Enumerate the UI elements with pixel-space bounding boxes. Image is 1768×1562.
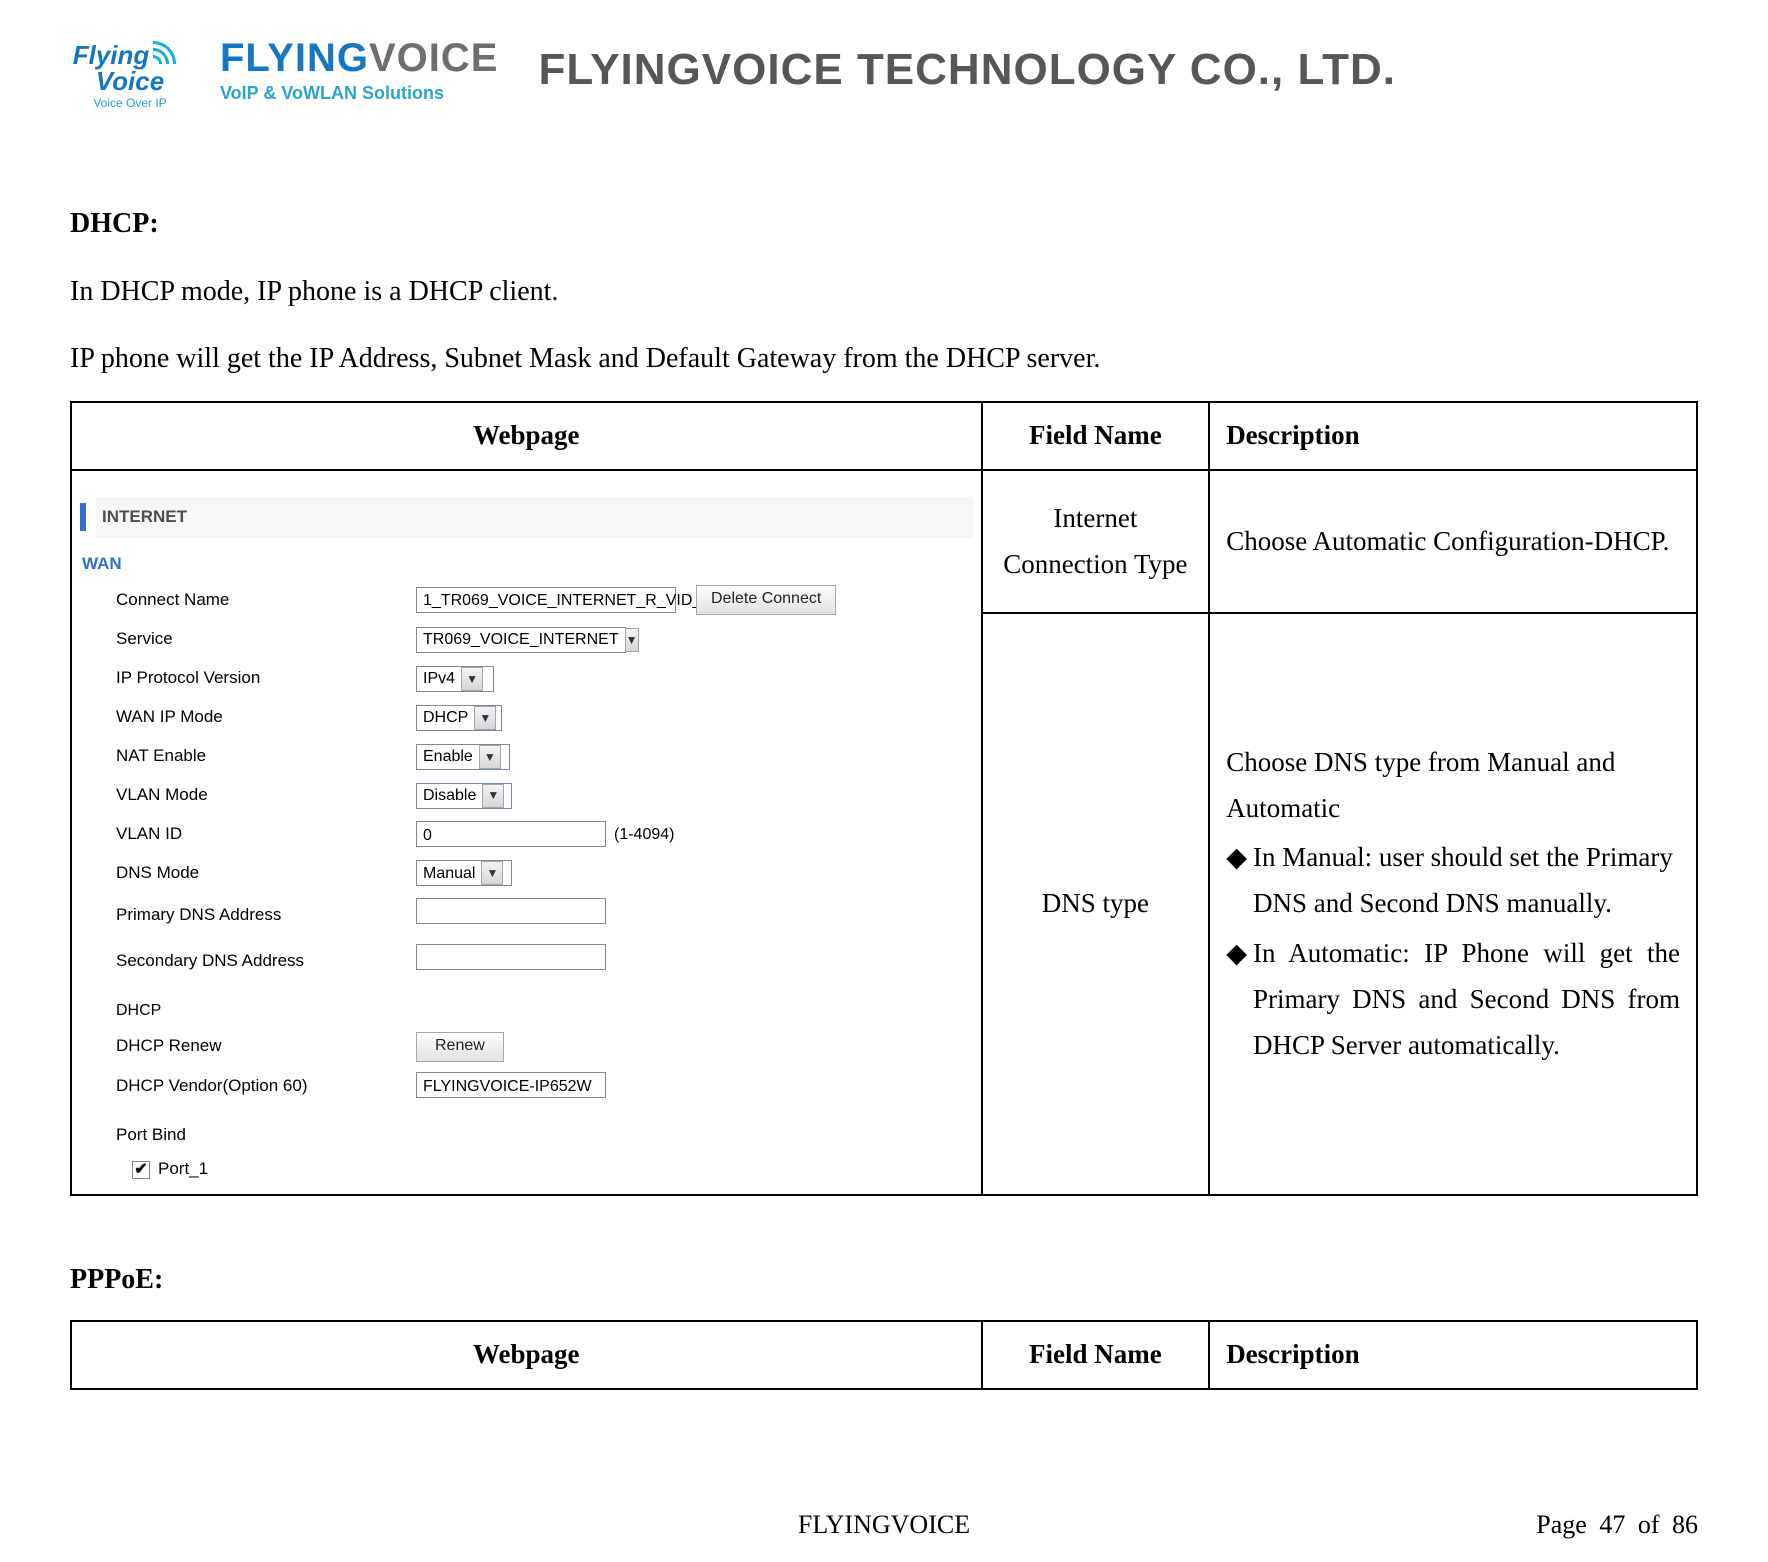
hint-vlan-range: (1-4094) [614,821,674,848]
field-dns-type: DNS type [982,613,1210,1195]
company-title: FLYINGVOICE TECHNOLOGY CO., LTD. [538,45,1395,95]
col-field: Field Name [982,402,1210,470]
wifi-icon [153,30,187,64]
select-ip-protocol[interactable]: IPv4 ▼ [416,666,494,692]
input-vlan-id[interactable]: 0 [416,821,606,847]
logo-mark: Flying Voice Voice Over IP [70,25,190,115]
dhcp-heading: DHCP: [70,200,1698,248]
panel-section-internet: INTERNET [96,497,973,538]
col-field-2: Field Name [982,1321,1210,1389]
dhcp-table: Webpage Field Name Description INTERNET … [70,401,1698,1197]
label-wan-ip-mode: WAN IP Mode [116,703,406,732]
footer-page-number: Page 47 of 86 [1536,1510,1698,1540]
diamond-icon: ◆ [1226,835,1247,927]
chevron-down-icon: ▼ [625,628,639,652]
dhcp-para-2: IP phone will get the IP Address, Subnet… [70,335,1698,383]
col-webpage: Webpage [71,402,982,470]
chevron-down-icon: ▼ [474,706,496,730]
col-desc: Description [1209,402,1697,470]
select-dns-mode[interactable]: Manual ▼ [416,860,512,886]
select-vlan-mode[interactable]: Disable ▼ [416,783,512,809]
label-service: Service [116,625,406,654]
pppoe-table: Webpage Field Name Description [70,1320,1698,1390]
delete-connect-button[interactable]: Delete Connect [696,585,836,615]
col-webpage-2: Webpage [71,1321,982,1389]
wordmark-flying: FLYING [220,36,369,80]
label-connect-name: Connect Name [116,586,406,615]
chevron-down-icon: ▼ [482,784,504,808]
accent-bar-icon [80,503,86,531]
footer-center: FLYINGVOICE [798,1510,970,1540]
page-header: Flying Voice Voice Over IP FLYINGVOICE V… [70,0,1698,130]
label-ip-protocol: IP Protocol Version [116,664,406,693]
chevron-down-icon: ▼ [481,861,503,885]
input-secondary-dns[interactable] [416,944,606,970]
select-value: TR069_VOICE_INTERNET [423,626,619,653]
label-vlan-id: VLAN ID [116,820,406,849]
chevron-down-icon: ▼ [479,745,501,769]
field-internet-conn-type: Internet Connection Type [982,470,1210,614]
dhcp-para-1: In DHCP mode, IP phone is a DHCP client. [70,268,1698,316]
desc-internet-conn-type: Choose Automatic Configuration-DHCP. [1209,470,1697,614]
select-value: DHCP [423,704,468,731]
label-secondary-dns: Secondary DNS Address [116,947,406,976]
select-value: IPv4 [423,665,455,692]
input-dhcp-vendor[interactable]: FLYINGVOICE-IP652W [416,1072,606,1098]
label-port-bind: Port Bind [116,1121,973,1150]
select-value: Manual [423,860,475,887]
label-dns-mode: DNS Mode [116,859,406,888]
chevron-down-icon: ▼ [461,667,483,691]
select-value: 1_TR069_VOICE_INTERNET_R_VID_ [423,587,701,614]
col-desc-2: Description [1209,1321,1697,1389]
desc-dns-bullet1: In Manual: user should set the Primary D… [1253,835,1680,927]
panel-subsection-dhcp: DHCP [116,997,973,1024]
diamond-icon: ◆ [1226,931,1247,1069]
select-nat-enable[interactable]: Enable ▼ [416,744,510,770]
select-wan-ip-mode[interactable]: DHCP ▼ [416,705,502,731]
logo-mark-tag: Voice Over IP [93,96,166,110]
logo-wordmark: FLYINGVOICE VoIP & VoWLAN Solutions [220,36,498,104]
logo-mark-line2: Voice [96,68,164,94]
label-dhcp-vendor: DHCP Vendor(Option 60) [116,1072,406,1101]
checkbox-port1[interactable]: ✔ [132,1161,150,1179]
wordmark-sub: VoIP & VoWLAN Solutions [220,83,498,104]
logo-mark-line1: Flying [73,42,150,68]
select-value: Enable [423,743,473,770]
renew-button[interactable]: Renew [416,1032,504,1062]
select-value: Disable [423,782,476,809]
label-nat-enable: NAT Enable [116,742,406,771]
label-dhcp-renew: DHCP Renew [116,1032,406,1061]
pppoe-heading: PPPoE: [70,1256,1698,1304]
desc-dns-type: Choose DNS type from Manual and Automati… [1209,613,1697,1195]
label-primary-dns: Primary DNS Address [116,901,406,930]
select-service[interactable]: TR069_VOICE_INTERNET ▼ [416,627,626,653]
config-panel: INTERNET WAN Connect Name 1_TR069_VOICE_… [72,471,981,1195]
label-vlan-mode: VLAN Mode [116,781,406,810]
panel-section-wan: WAN [82,550,973,579]
desc-dns-bullet2: In Automatic: IP Phone will get the Prim… [1253,931,1680,1069]
select-connect-name[interactable]: 1_TR069_VOICE_INTERNET_R_VID_ ▼ [416,587,676,613]
input-primary-dns[interactable] [416,898,606,924]
desc-dns-intro: Choose DNS type from Manual and Automati… [1226,740,1680,832]
label-port1: Port_1 [158,1155,208,1184]
page-footer: FLYINGVOICE Page 47 of 86 [0,1510,1768,1540]
wordmark-voice: VOICE [369,36,498,80]
